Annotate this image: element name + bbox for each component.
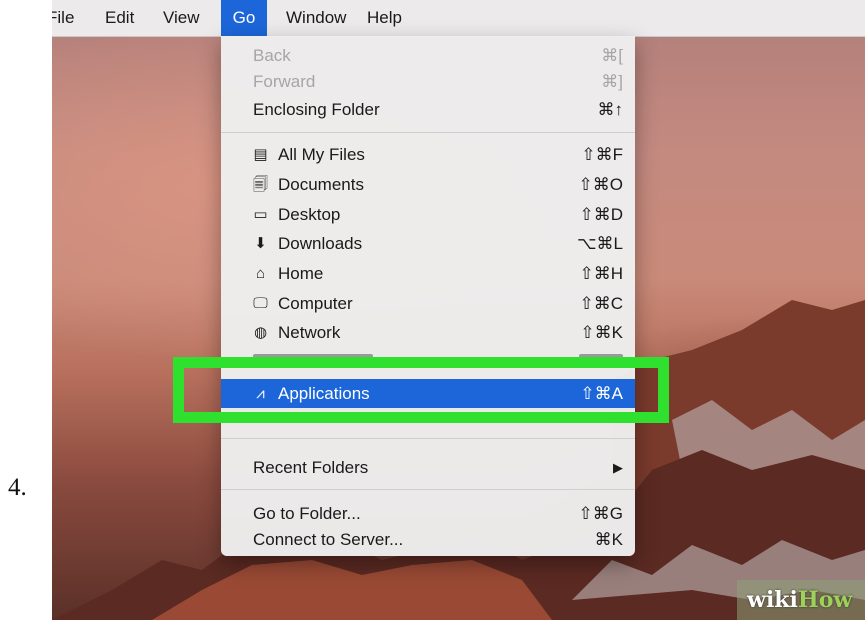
menu-item-label: Connect to Server...: [253, 530, 404, 549]
menu-item-back[interactable]: Back ⌘[: [221, 41, 635, 70]
menu-item-shortcut: ⌘]: [601, 72, 623, 91]
wikihow-watermark: wikiHow: [737, 580, 865, 620]
menu-bar: File Edit View Go Window Help: [52, 0, 865, 37]
menu-item-shortcut: ⇧⌘H: [579, 264, 623, 283]
menu-item-label: Back: [253, 46, 291, 65]
menu-item-label: Downloads: [278, 234, 363, 253]
menu-item-shortcut: ⌥⌘L: [576, 234, 623, 253]
documents-icon: 🗐: [253, 176, 268, 193]
menu-item-connect-to-server[interactable]: Connect to Server... ⌘K: [221, 525, 635, 554]
home-icon: ⌂: [255, 265, 266, 282]
menu-item-desktop[interactable]: ▭ Desktop ⇧⌘D: [221, 200, 635, 229]
menu-view[interactable]: View: [154, 0, 209, 36]
menu-item-computer[interactable]: 🖵 Computer ⇧⌘C: [221, 289, 635, 318]
menu-item-recent-folders[interactable]: Recent Folders ▶: [221, 453, 635, 482]
menu-item-label: Desktop: [278, 205, 341, 224]
menu-edit[interactable]: Edit: [96, 0, 143, 36]
menu-item-label: Forward: [253, 72, 316, 91]
menu-item-label: Home: [278, 264, 324, 283]
menu-item-label: Enclosing Folder: [253, 100, 380, 119]
menu-item-network[interactable]: ◍ Network ⇧⌘K: [221, 318, 635, 347]
watermark-wiki: wiki: [747, 587, 798, 613]
submenu-arrow-icon: ▶: [613, 460, 623, 475]
desktop-icon: ▭: [253, 206, 268, 223]
go-menu-dropdown: Back ⌘[ Forward ⌘] Enclosing Folder ⌘↑ ▤…: [221, 36, 635, 556]
menu-window[interactable]: Window: [277, 0, 355, 36]
menu-item-shortcut: ⇧⌘C: [579, 294, 623, 313]
menu-go[interactable]: Go: [221, 0, 267, 36]
menu-item-shortcut: ⇧⌘F: [581, 145, 623, 164]
menu-item-shortcut: ⇧⌘O: [578, 175, 623, 194]
watermark-how: How: [797, 587, 853, 613]
menu-item-forward[interactable]: Forward ⌘]: [221, 67, 635, 96]
menu-item-label: Network: [278, 323, 341, 342]
menu-item-enclosing-folder[interactable]: Enclosing Folder ⌘↑: [221, 95, 635, 124]
step-number: 4.: [8, 474, 27, 501]
menu-item-documents[interactable]: 🗐 Documents ⇧⌘O: [221, 170, 635, 199]
menu-item-label: Computer: [278, 294, 353, 313]
menu-item-shortcut: ⌘K: [594, 530, 623, 549]
menu-separator: [221, 132, 635, 133]
menu-item-shortcut: ⇧⌘G: [578, 504, 623, 523]
menu-item-shortcut: ⇧⌘K: [580, 323, 623, 342]
menu-item-shortcut: ⇧⌘D: [579, 205, 623, 224]
menu-file[interactable]: File: [52, 0, 83, 36]
computer-icon: 🖵: [253, 295, 268, 312]
macos-screenshot: File Edit View Go Window Help Back ⌘[ Fo…: [52, 0, 865, 620]
network-icon: ◍: [253, 324, 268, 341]
all-files-icon: ▤: [253, 146, 268, 163]
menu-item-label: Recent Folders: [253, 458, 369, 477]
menu-item-shortcut: ⌘[: [601, 46, 623, 65]
menu-help[interactable]: Help: [358, 0, 411, 36]
menu-item-label: Documents: [278, 175, 364, 194]
menu-item-downloads[interactable]: ⬇ Downloads ⌥⌘L: [221, 229, 635, 258]
menu-item-shortcut: ⌘↑: [597, 100, 624, 119]
menu-item-label: Go to Folder...: [253, 504, 361, 523]
menu-item-label: All My Files: [278, 145, 365, 164]
applications-highlight-annotation: [173, 357, 669, 423]
downloads-icon: ⬇: [254, 235, 267, 252]
menu-item-all-my-files[interactable]: ▤ All My Files ⇧⌘F: [221, 140, 635, 169]
menu-separator: [221, 489, 635, 490]
menu-item-home[interactable]: ⌂ Home ⇧⌘H: [221, 259, 635, 288]
menu-item-go-to-folder[interactable]: Go to Folder... ⇧⌘G: [221, 499, 635, 528]
menu-separator: [221, 438, 635, 439]
